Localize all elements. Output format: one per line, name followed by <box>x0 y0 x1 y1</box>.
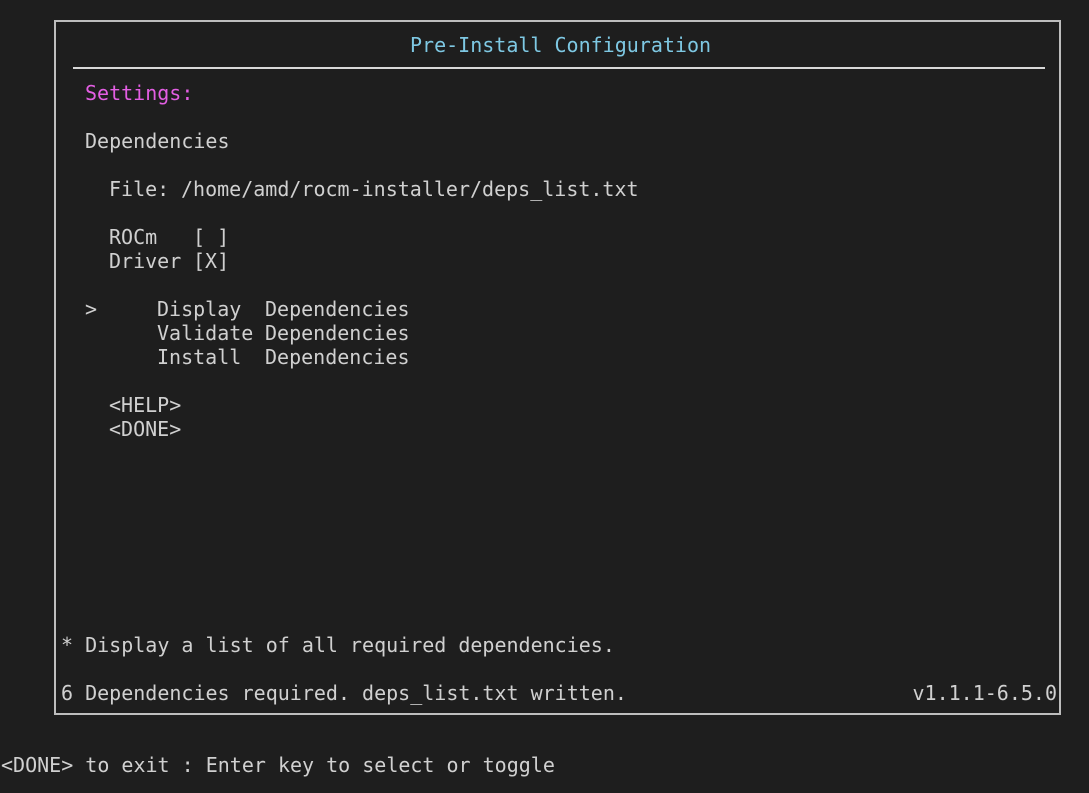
hint-text: * Display a list of all required depende… <box>61 633 615 657</box>
title-divider <box>73 67 1045 69</box>
done-button[interactable]: <DONE> <box>109 417 181 441</box>
menu-item-verb[interactable]: Validate <box>157 321 253 345</box>
toggle-driver-label: Driver <box>109 249 182 273</box>
menu-item-noun[interactable]: Dependencies <box>265 321 410 345</box>
status-text: 6 Dependencies required. deps_list.txt w… <box>61 681 627 705</box>
toggle-driver-checkbox[interactable]: [X] <box>193 249 229 273</box>
file-path: /home/amd/rocm-installer/deps_list.txt <box>181 177 639 201</box>
settings-heading: Settings: <box>85 81 194 105</box>
menu-cursor: > <box>85 297 98 321</box>
section-title: Dependencies <box>85 129 230 153</box>
toggle-rocm-checkbox[interactable]: [ ] <box>193 225 229 249</box>
version-label: v1.1.1-6.5.0 <box>912 681 1058 705</box>
menu-item-verb[interactable]: Install <box>157 345 241 369</box>
menu-item-noun[interactable]: Dependencies <box>265 345 410 369</box>
menu-item-noun[interactable]: Dependencies <box>265 297 410 321</box>
file-label: File: <box>109 177 170 201</box>
toggle-rocm-label: ROCm <box>109 225 158 249</box>
menu-item-verb[interactable]: Display <box>157 297 241 321</box>
dialog-title: Pre-Install Configuration <box>410 33 712 57</box>
help-button[interactable]: <HELP> <box>109 393 181 417</box>
bottom-status-bar: <DONE> to exit : Enter key to select or … <box>1 753 555 777</box>
